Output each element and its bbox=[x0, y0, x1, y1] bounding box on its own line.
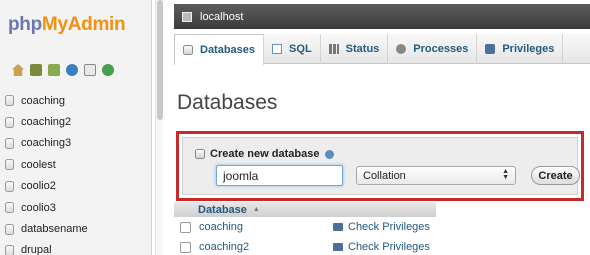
create-database-highlight: Create new database Collation ▲▼ Create bbox=[176, 131, 584, 201]
database-icon bbox=[5, 95, 14, 107]
logo-my-text: My bbox=[41, 14, 68, 35]
database-name: drupal bbox=[21, 244, 52, 255]
database-list-item[interactable]: drupal bbox=[0, 240, 152, 255]
database-list-item[interactable]: coaching3 bbox=[0, 133, 152, 154]
database-icon bbox=[5, 223, 14, 235]
check-privileges-link[interactable]: Check Privileges bbox=[333, 241, 430, 253]
privileges-icon bbox=[485, 44, 496, 54]
exit-icon[interactable] bbox=[30, 64, 42, 76]
sidebar-scrollbar[interactable] bbox=[155, 0, 163, 255]
tab-label: Privileges bbox=[502, 43, 555, 55]
create-database-label: Create new database bbox=[210, 148, 320, 160]
status-icon bbox=[328, 44, 339, 54]
tab-status[interactable]: Status bbox=[321, 34, 389, 64]
tab-label: Databases bbox=[200, 44, 256, 56]
server-icon bbox=[182, 11, 192, 22]
database-name: coolio3 bbox=[21, 201, 56, 214]
database-list-item[interactable]: coolio3 bbox=[0, 197, 152, 218]
check-privileges-label: Check Privileges bbox=[348, 221, 430, 233]
database-name: coaching2 bbox=[21, 116, 72, 129]
check-privileges-link[interactable]: Check Privileges bbox=[333, 221, 430, 233]
collation-select-value: Collation bbox=[363, 169, 406, 182]
tab-databases[interactable]: Databases bbox=[174, 34, 265, 65]
database-icon bbox=[5, 137, 14, 149]
logo-admin-text: Admin bbox=[67, 14, 126, 35]
table-header: Database ▲ bbox=[174, 202, 436, 217]
tab-label: Processes bbox=[413, 43, 469, 55]
database-icon bbox=[5, 116, 14, 128]
row-checkbox[interactable] bbox=[180, 241, 191, 253]
databases-table: Database ▲ coaching Check Privileges coa… bbox=[174, 202, 436, 255]
quick-links bbox=[12, 64, 114, 76]
new-database-icon bbox=[195, 149, 205, 159]
database-name: coaching3 bbox=[21, 137, 72, 150]
check-privileges-label: Check Privileges bbox=[348, 241, 430, 253]
create-button[interactable]: Create bbox=[531, 166, 580, 185]
privileges-icon bbox=[333, 243, 343, 251]
collation-select[interactable]: Collation ▲ ▼ bbox=[356, 166, 516, 185]
database-link[interactable]: coaching bbox=[199, 221, 333, 233]
privileges-icon bbox=[333, 223, 343, 231]
database-name: coolio2 bbox=[21, 180, 56, 193]
query-window-icon[interactable] bbox=[48, 64, 60, 76]
database-name-input[interactable] bbox=[216, 165, 343, 186]
server-label[interactable]: localhost bbox=[200, 11, 243, 23]
scrollbar-thumb[interactable] bbox=[157, 0, 163, 120]
navigation-sidebar: phpMyAdmin coaching coaching2 coaching3 … bbox=[0, 0, 152, 255]
server-breadcrumb: localhost bbox=[174, 4, 590, 29]
database-list-item[interactable]: coolio2 bbox=[0, 176, 152, 197]
processes-icon bbox=[396, 44, 407, 54]
database-list-item[interactable]: coolest bbox=[0, 154, 152, 175]
table-row: coaching Check Privileges bbox=[174, 217, 436, 237]
database-icon bbox=[5, 180, 14, 192]
database-link[interactable]: coaching2 bbox=[199, 241, 333, 253]
main-tabs: Databases SQL Status Processes Privilege… bbox=[174, 34, 590, 65]
select-arrows-icon: ▲ ▼ bbox=[502, 168, 509, 181]
tab-privileges[interactable]: Privileges bbox=[477, 34, 564, 64]
tab-label: Status bbox=[345, 43, 380, 55]
phpmyadmin-logo[interactable]: phpMyAdmin bbox=[8, 14, 126, 36]
help-icon[interactable] bbox=[66, 64, 78, 76]
reload-icon[interactable] bbox=[102, 64, 114, 76]
page-title: Databases bbox=[177, 91, 278, 114]
home-icon[interactable] bbox=[12, 64, 24, 76]
create-database-heading: Create new database bbox=[195, 148, 335, 160]
database-list-item[interactable]: coaching bbox=[0, 90, 152, 111]
database-icon bbox=[5, 202, 14, 214]
sql-icon bbox=[272, 44, 283, 54]
help-icon[interactable] bbox=[325, 149, 335, 159]
database-name: coaching bbox=[21, 94, 66, 107]
docs-icon[interactable] bbox=[84, 64, 96, 76]
database-icon bbox=[5, 244, 14, 255]
logo-php-text: php bbox=[8, 14, 42, 35]
tab-label: SQL bbox=[289, 43, 312, 55]
database-list-item[interactable]: databsename bbox=[0, 218, 152, 239]
column-header-database[interactable]: Database bbox=[198, 204, 247, 216]
sort-ascending-icon[interactable]: ▲ bbox=[253, 206, 260, 213]
database-list: coaching coaching2 coaching3 coolest coo… bbox=[0, 90, 152, 255]
row-checkbox[interactable] bbox=[180, 221, 191, 233]
database-name: databsename bbox=[21, 223, 88, 236]
table-row: coaching2 Check Privileges bbox=[174, 237, 436, 255]
database-name: coolest bbox=[21, 158, 56, 171]
database-icon bbox=[5, 159, 14, 171]
database-list-item[interactable]: coaching2 bbox=[0, 111, 152, 132]
tab-sql[interactable]: SQL bbox=[264, 34, 321, 64]
create-database-form: Create new database Collation ▲▼ Create bbox=[182, 137, 580, 195]
database-icon bbox=[183, 45, 193, 55]
tab-processes[interactable]: Processes bbox=[388, 34, 478, 64]
